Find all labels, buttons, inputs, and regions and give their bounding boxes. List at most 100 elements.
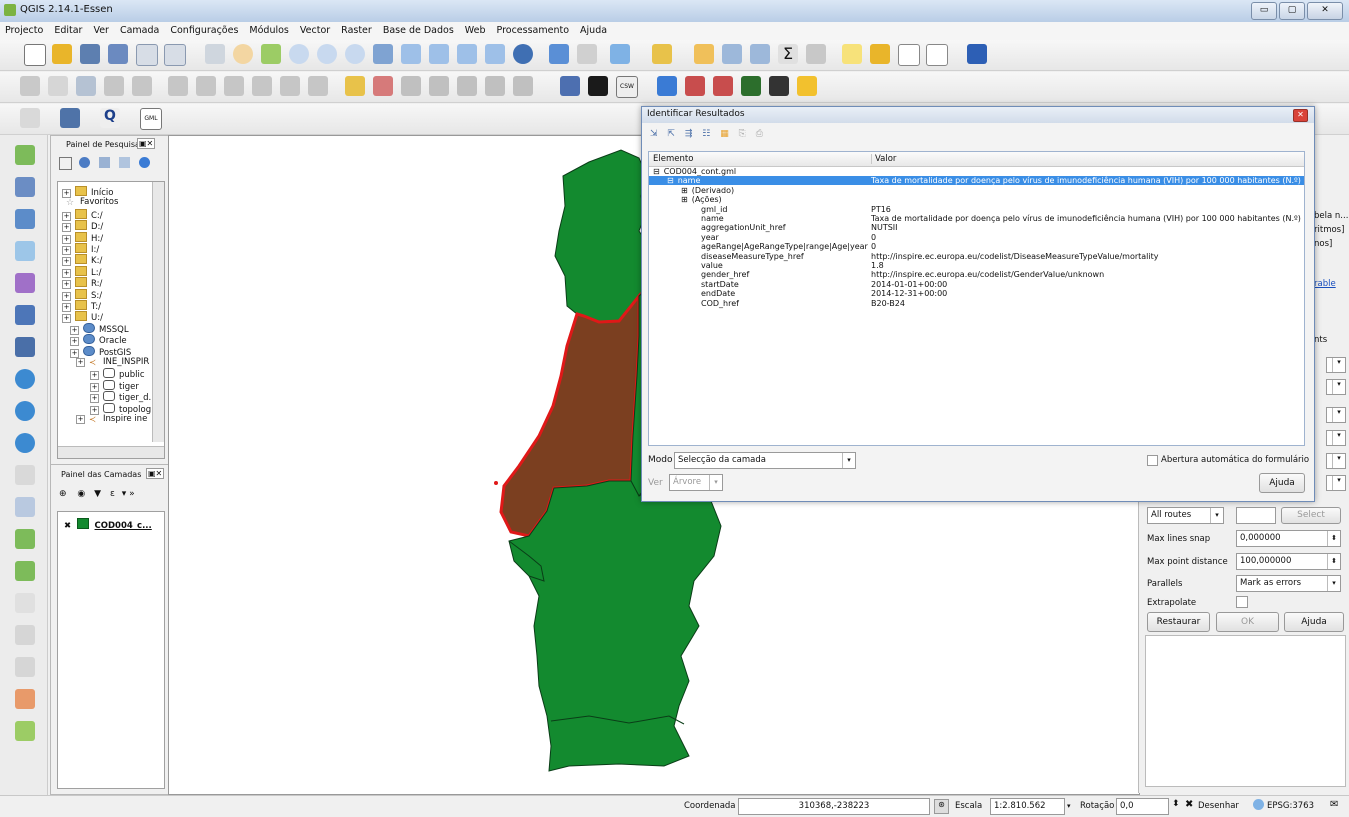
view-combo[interactable]: Árvore ▾ <box>669 474 723 491</box>
menu-editar[interactable]: Editar <box>49 22 88 40</box>
browser-item[interactable]: + MSSQL <box>70 322 129 335</box>
ok-button[interactable]: OK <box>1216 612 1279 632</box>
browser-item[interactable]: + L:/ <box>62 265 101 278</box>
help-icon[interactable] <box>967 44 987 64</box>
identify-result-row[interactable]: aggregationUnit_href NUTSII <box>649 223 1304 232</box>
copy-attributes-icon[interactable]: ⎘ <box>739 129 746 139</box>
menu-configuracoes[interactable]: Configurações <box>165 22 244 40</box>
rotate-label-icon[interactable] <box>457 76 477 96</box>
identify-result-row[interactable]: value 1.8 <box>649 261 1304 270</box>
toggle-editing-icon[interactable] <box>48 76 68 96</box>
deselect-icon[interactable] <box>652 44 672 64</box>
layer-visibility-checkbox[interactable]: ✖ <box>64 521 71 531</box>
text-annotation-icon[interactable] <box>926 44 948 66</box>
pan-to-selection-icon[interactable] <box>261 44 281 64</box>
menu-projecto[interactable]: Projecto <box>0 22 49 40</box>
identify-result-row[interactable]: ageRange|AgeRangeType|range|Age|year 0 <box>649 242 1304 251</box>
browser-item[interactable]: + tiger_d... <box>90 391 157 404</box>
sum-icon[interactable]: Σ <box>778 44 798 64</box>
maximize-button[interactable]: ▢ <box>1279 2 1305 20</box>
add-virtual-layer-icon[interactable] <box>15 497 35 517</box>
plugin-road-graph-icon[interactable] <box>685 76 705 96</box>
open-styling-icon[interactable]: ⊕ <box>59 489 67 499</box>
new-project-icon[interactable] <box>24 44 46 66</box>
composer-manager-icon[interactable] <box>164 44 186 66</box>
routes-text-input[interactable] <box>1236 507 1276 524</box>
expand-all-icon[interactable]: ε <box>110 489 115 499</box>
node-tool-icon[interactable] <box>196 76 216 96</box>
wms-icon[interactable] <box>560 76 580 96</box>
add-mssql-layer-icon[interactable] <box>15 273 35 293</box>
identify-close-icon[interactable]: ✕ <box>1293 109 1308 122</box>
identify-result-row[interactable]: ⊞ (Ações) <box>649 195 1304 204</box>
add-wms-layer-icon[interactable] <box>15 369 35 389</box>
copy-features-icon[interactable] <box>280 76 300 96</box>
row-expander-icon[interactable]: ⊟ <box>667 176 674 185</box>
map-tips-bubble-icon[interactable] <box>842 44 862 64</box>
show-hide-labels-icon[interactable] <box>401 76 421 96</box>
zoom-native-icon[interactable] <box>345 44 365 64</box>
add-wcs-layer-icon[interactable] <box>15 401 35 421</box>
plugin-topology-icon[interactable] <box>713 76 733 96</box>
dock-combo-3[interactable]: ▾ <box>1326 407 1346 423</box>
expand-icon[interactable]: + <box>76 358 85 367</box>
add-group-icon[interactable]: ◉ <box>77 489 85 499</box>
browser-item[interactable]: + PostGIS <box>70 345 131 358</box>
add-postgis-layer-icon[interactable] <box>15 209 35 229</box>
select-features-icon[interactable] <box>610 44 630 64</box>
pan-map-icon[interactable] <box>233 44 253 64</box>
browser-scrollbar[interactable] <box>152 182 164 442</box>
browser-item[interactable]: + topolog... <box>90 402 159 415</box>
more-icon[interactable]: ▾ » <box>122 489 135 499</box>
max-lines-snap-spinbox[interactable]: 0,000000 ⬍ <box>1236 530 1341 547</box>
identify-result-row[interactable]: name Taxa de mortalidade por doença pelo … <box>649 214 1304 223</box>
identify-result-row[interactable]: gml_id PT16 <box>649 205 1304 214</box>
browser-item[interactable]: + C:/ <box>62 208 103 221</box>
coordinate-toggle-icon[interactable]: ⊛ <box>934 799 949 814</box>
menu-base-de-dados[interactable]: Base de Dados <box>378 22 460 40</box>
identify-result-row[interactable]: ⊟ COD004_cont.gml <box>649 167 1304 176</box>
move-feature-icon[interactable] <box>168 76 188 96</box>
browser-h-scrollbar[interactable] <box>58 446 164 458</box>
add-spatialite-layer-icon[interactable] <box>15 241 35 261</box>
save-as-icon[interactable] <box>108 44 128 64</box>
extrapolate-checkbox[interactable] <box>1236 596 1248 608</box>
new-gps-layer-icon[interactable] <box>15 593 35 613</box>
zoom-to-selection-icon[interactable] <box>401 44 421 64</box>
new-print-composer-icon[interactable] <box>136 44 158 66</box>
expand-icon[interactable]: + <box>76 415 85 424</box>
print-icon[interactable]: ⎙ <box>756 129 763 139</box>
properties-icon[interactable] <box>139 157 150 168</box>
move-label-icon[interactable] <box>429 76 449 96</box>
col-value-header[interactable]: Valor <box>871 154 896 164</box>
add-raster-layer-icon[interactable] <box>15 177 35 197</box>
expand-new-icon[interactable]: ⇶ <box>685 129 693 139</box>
browser-item[interactable]: ☆ Favoritos <box>62 197 118 208</box>
paste-features-icon[interactable] <box>308 76 328 96</box>
rotation-spinbox[interactable]: 0,0 <box>1116 798 1169 815</box>
measure-icon[interactable] <box>806 44 826 64</box>
browser-item[interactable]: + K:/ <box>62 254 102 267</box>
dock-combo-5[interactable]: ▾ <box>1326 453 1346 469</box>
auto-open-form-checkbox[interactable] <box>1147 455 1158 466</box>
show-bookmarks-icon[interactable] <box>898 44 920 66</box>
save-edits-icon[interactable] <box>76 76 96 96</box>
zoom-full-icon[interactable] <box>373 44 393 64</box>
identify-result-row[interactable]: ⊟ name Taxa de mortalidade por doença pelo… <box>649 176 1304 186</box>
new-memory-layer-icon[interactable] <box>15 689 35 709</box>
layer-item[interactable]: ✖ COD004_c... <box>64 518 152 531</box>
add-gps-icon[interactable] <box>15 625 35 645</box>
georeferencer-icon[interactable] <box>15 657 35 677</box>
current-edits-icon[interactable] <box>20 76 40 96</box>
browser-item[interactable]: + Oracle <box>70 334 127 347</box>
open-attribute-table-icon[interactable] <box>694 44 714 64</box>
identify-result-row[interactable]: endDate 2014-12-31+00:00 <box>649 289 1304 298</box>
python-console-icon[interactable] <box>588 76 608 96</box>
add-selected-icon[interactable] <box>59 157 72 170</box>
browser-item[interactable]: + R:/ <box>62 277 102 290</box>
new-bookmark-icon[interactable] <box>870 44 890 64</box>
field-calculator-icon[interactable] <box>722 44 742 64</box>
refresh-icon[interactable] <box>513 44 533 64</box>
qgis-query-icon[interactable]: Q <box>100 108 120 128</box>
browser-item[interactable]: + S:/ <box>62 288 102 301</box>
